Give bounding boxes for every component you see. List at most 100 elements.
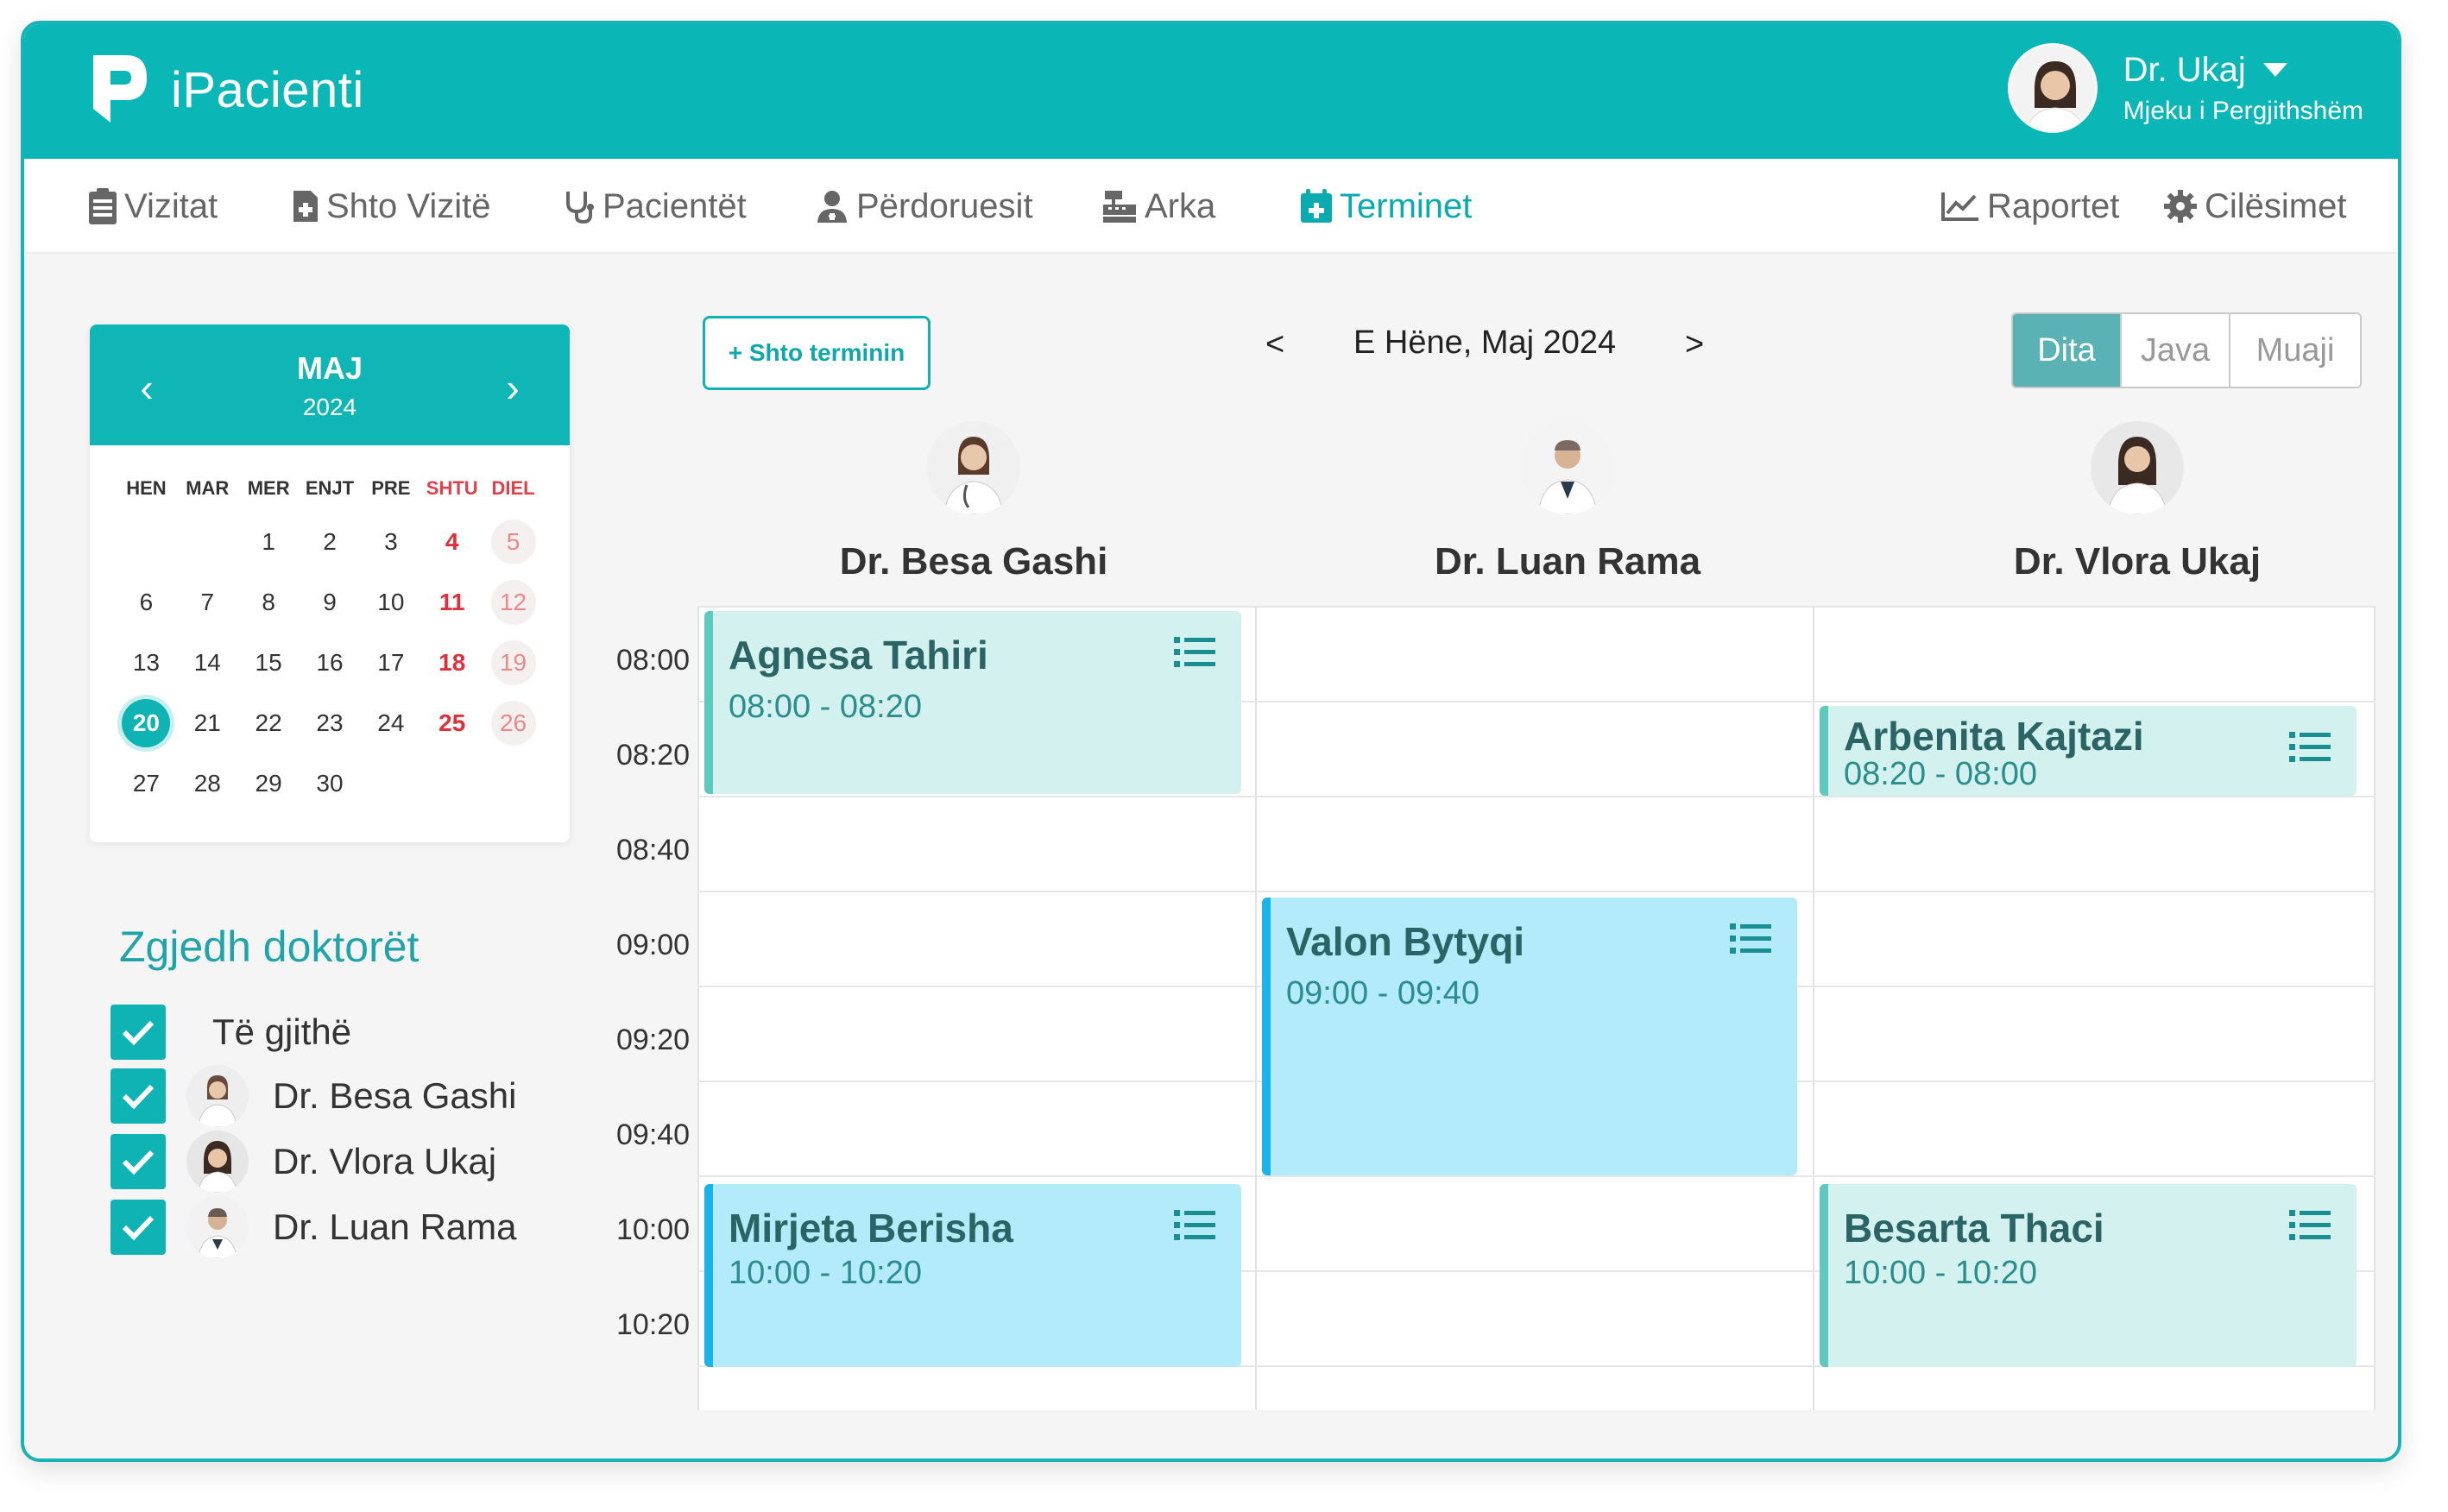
calendar-day-today[interactable]: 20 [116,699,177,747]
appointment-card[interactable]: Besarta Thaci 10:00 - 10:20 [1820,1184,2357,1367]
calendar-day[interactable]: 27 [116,759,177,808]
time-label: 09:00 [616,929,691,961]
nav-item-pacientet[interactable]: Pacientët [565,159,747,254]
calendar-day[interactable]: 22 [238,699,300,747]
calendar-day[interactable]: 21 [177,699,238,747]
list-menu-icon[interactable] [1174,1208,1215,1247]
calendar-day[interactable]: 3 [360,518,421,566]
nav-item-arka[interactable]: Arka [1101,159,1215,254]
filter-label-all: Të gjithë [212,1011,352,1052]
calendar-day-number: 27 [132,770,160,797]
app-logo[interactable]: iPacienti [85,48,364,131]
calendar-day[interactable]: 24 [360,699,421,747]
doctor-column-header: Dr. Luan Rama [1309,421,1827,583]
appointment-accent [704,611,713,794]
gear-icon [2164,190,2197,223]
filter-label-doctor: Dr. Besa Gashi [273,1075,517,1116]
schedule-grid[interactable]: Agnesa Tahiri 08:00 - 08:20 Arbenita Kaj… [697,606,2375,1410]
date-prev-button[interactable]: < [1265,326,1284,363]
calendar-day[interactable]: 13 [116,639,177,687]
grid-row-divider [697,606,2375,608]
list-menu-icon[interactable] [1730,922,1771,961]
appointment-time: 08:20 - 08:00 [1844,756,2037,792]
list-menu-icon[interactable] [2289,1208,2331,1247]
chevron-down-icon[interactable] [2262,63,2287,77]
calendar-day[interactable]: 7 [177,578,238,627]
doctor-avatar [186,1131,249,1193]
list-menu-icon[interactable] [1174,635,1215,674]
appointment-accent [1820,706,1828,796]
weekday-label: HEN [126,477,167,499]
calendar-day[interactable]: 12 [483,578,544,627]
time-label: 10:20 [616,1308,691,1341]
appointment-card[interactable]: Arbenita Kajtazi 08:20 - 08:00 [1820,706,2357,796]
calendar-day[interactable]: 23 [300,699,361,747]
grid-column-divider [1255,606,1257,1410]
nav-item-raportet[interactable]: Raportet [1940,159,2119,254]
calendar-day-number: 7 [200,589,215,615]
mini-calendar-next-button[interactable]: › [495,364,530,411]
calendar-day[interactable]: 14 [177,639,238,687]
grid-column-divider [1813,606,1814,1410]
calendar-day[interactable]: 10 [360,578,421,627]
calendar-day[interactable]: 11 [421,578,483,627]
doctor-filter-title: Zgjedh doktorët [119,923,420,971]
calendar-day[interactable]: 19 [483,639,544,687]
calendar-day[interactable]: 1 [238,518,300,566]
user-menu[interactable]: Dr. Ukaj Mjeku i Pergjithshëm [2007,43,2363,133]
weekday-label: ENJT [305,477,355,499]
calendar-day[interactable]: 30 [300,759,361,808]
view-month-button[interactable]: Muaji [2230,314,2360,387]
check-icon[interactable] [110,1068,166,1124]
filter-row-doctor[interactable]: Dr. Luan Rama [110,1196,516,1258]
calendar-day-number: 17 [377,649,405,676]
calendar-day[interactable]: 6 [116,578,177,627]
calendar-day-number: 5 [506,528,521,555]
calendar-day[interactable]: 5 [483,518,544,566]
nav-item-shto-vizite[interactable]: Shto Vizitë [292,159,491,254]
appointment-card[interactable]: Mirjeta Berisha 10:00 - 10:20 [704,1184,1241,1367]
calendar-day[interactable]: 28 [177,759,238,808]
list-menu-icon[interactable] [2289,730,2331,769]
calendar-day[interactable]: 2 [300,518,361,566]
check-icon[interactable] [110,1134,166,1189]
calendar-day-number: 12 [499,589,527,615]
nav-item-cilesimet[interactable]: Cilësimet [2163,159,2346,254]
calendar-day[interactable]: 26 [483,699,544,747]
appointment-card[interactable]: Agnesa Tahiri 08:00 - 08:20 [704,611,1241,794]
nav-item-perdoruesit[interactable]: Përdoruesit [815,159,1033,254]
user-name-row[interactable]: Dr. Ukaj [2123,51,2363,90]
calendar-day[interactable]: 17 [360,639,421,687]
calendar-day[interactable]: 29 [238,759,300,808]
appointment-time: 08:00 - 08:20 [729,689,922,725]
check-icon[interactable] [110,1200,166,1255]
view-day-button[interactable]: Dita [2013,314,2122,387]
calendar-day[interactable]: 15 [238,639,300,687]
calendar-day[interactable]: 16 [300,639,361,687]
appointment-card[interactable]: Valon Bytyqi 09:00 - 09:40 [1262,898,1797,1175]
mini-calendar-grid: HEN MAR MER ENJT PRE SHTU DIEL 123456789… [90,445,570,808]
nav-label-raportet: Raportet [1987,186,2120,225]
calendar-day[interactable]: 25 [421,699,483,747]
filter-row-doctor[interactable]: Dr. Vlora Ukaj [110,1131,496,1193]
weekday-label: DIEL [491,477,535,499]
cash-register-icon [1103,191,1136,223]
mini-calendar-prev-button[interactable]: ‹ [129,364,164,411]
date-next-button[interactable]: > [1685,326,1704,363]
nav-item-vizitat[interactable]: Vizitat [88,159,218,254]
calendar-day[interactable]: 18 [421,639,483,687]
add-appointment-button[interactable]: + Shto terminin [703,316,931,390]
calendar-day[interactable]: 8 [238,578,300,627]
check-icon[interactable] [110,1005,166,1060]
filter-row-doctor[interactable]: Dr. Besa Gashi [110,1065,517,1127]
calendar-day[interactable]: 4 [421,518,483,566]
appointment-time: 10:00 - 10:20 [729,1255,922,1291]
view-week-button[interactable]: Java [2122,314,2230,387]
nav-item-terminet[interactable]: Terminet [1300,159,1472,254]
filter-row-all[interactable]: Të gjithë [110,1005,351,1060]
calendar-day[interactable]: 9 [300,578,361,627]
nav-label-cilesimet: Cilësimet [2205,186,2347,225]
user-avatar[interactable] [2007,43,2098,133]
nav-label-terminet: Terminet [1340,186,1473,225]
calendar-day-number: 16 [316,649,344,676]
